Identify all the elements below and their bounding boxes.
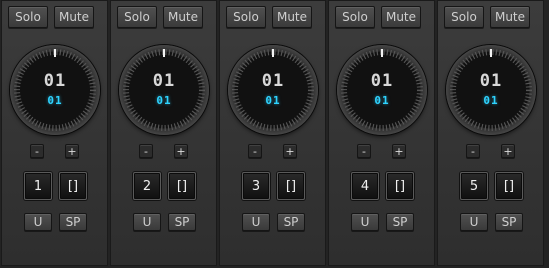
increment-button[interactable]: + [501, 144, 515, 158]
channel-number-button[interactable]: 3 [242, 172, 270, 200]
channel-dial[interactable]: 01 01 [446, 45, 536, 135]
increment-button[interactable]: + [392, 144, 406, 158]
dial-main-readout: 01 [479, 71, 503, 91]
decrement-button[interactable]: - [357, 144, 371, 158]
channel-number-button[interactable]: 5 [460, 172, 488, 200]
u-button[interactable]: U [242, 213, 270, 231]
channel-strip-1: Solo Mute 01 01 - + 1 [] U SP [1, 0, 108, 266]
solo-button[interactable]: Solo [335, 6, 375, 28]
dial-main-readout: 01 [152, 71, 176, 91]
channel-dial[interactable]: 01 01 [228, 45, 318, 135]
bracket-button[interactable]: [] [277, 172, 305, 200]
mixer-panel: Solo Mute 01 01 - + 1 [] U SP Solo Mute … [0, 0, 549, 268]
solo-button[interactable]: Solo [444, 6, 484, 28]
channel-strip-5: Solo Mute 01 01 - + 5 [] U SP [437, 0, 544, 266]
mute-button[interactable]: Mute [54, 6, 94, 28]
channel-strip-2: Solo Mute 01 01 - + 2 [] U SP [110, 0, 217, 266]
sp-button[interactable]: SP [59, 213, 87, 231]
u-button[interactable]: U [133, 213, 161, 231]
channel-number-button[interactable]: 4 [351, 172, 379, 200]
channel-dial[interactable]: 01 01 [10, 45, 100, 135]
dial-main-readout: 01 [261, 71, 285, 91]
channel-strip-3: Solo Mute 01 01 - + 3 [] U SP [219, 0, 326, 266]
solo-button[interactable]: Solo [226, 6, 266, 28]
solo-button[interactable]: Solo [117, 6, 157, 28]
u-button[interactable]: U [351, 213, 379, 231]
u-button[interactable]: U [460, 213, 488, 231]
decrement-button[interactable]: - [248, 144, 262, 158]
mute-button[interactable]: Mute [272, 6, 312, 28]
solo-button[interactable]: Solo [8, 6, 48, 28]
bracket-button[interactable]: [] [59, 172, 87, 200]
bracket-button[interactable]: [] [386, 172, 414, 200]
sp-button[interactable]: SP [495, 213, 523, 231]
increment-button[interactable]: + [283, 144, 297, 158]
dial-main-readout: 01 [43, 71, 67, 91]
decrement-button[interactable]: - [139, 144, 153, 158]
increment-button[interactable]: + [174, 144, 188, 158]
mute-button[interactable]: Mute [490, 6, 530, 28]
mute-button[interactable]: Mute [381, 6, 421, 28]
dial-sub-readout: 01 [156, 94, 172, 107]
sp-button[interactable]: SP [168, 213, 196, 231]
decrement-button[interactable]: - [466, 144, 480, 158]
dial-sub-readout: 01 [374, 94, 390, 107]
u-button[interactable]: U [24, 213, 52, 231]
sp-button[interactable]: SP [386, 213, 414, 231]
mute-button[interactable]: Mute [163, 6, 203, 28]
increment-button[interactable]: + [65, 144, 79, 158]
bracket-button[interactable]: [] [168, 172, 196, 200]
channel-number-button[interactable]: 2 [133, 172, 161, 200]
bracket-button[interactable]: [] [495, 172, 523, 200]
dial-sub-readout: 01 [265, 94, 281, 107]
channel-dial[interactable]: 01 01 [337, 45, 427, 135]
decrement-button[interactable]: - [30, 144, 44, 158]
channel-dial[interactable]: 01 01 [119, 45, 209, 135]
dial-sub-readout: 01 [47, 94, 63, 107]
dial-main-readout: 01 [370, 71, 394, 91]
channel-number-button[interactable]: 1 [24, 172, 52, 200]
dial-sub-readout: 01 [483, 94, 499, 107]
sp-button[interactable]: SP [277, 213, 305, 231]
channel-strip-4: Solo Mute 01 01 - + 4 [] U SP [328, 0, 435, 266]
